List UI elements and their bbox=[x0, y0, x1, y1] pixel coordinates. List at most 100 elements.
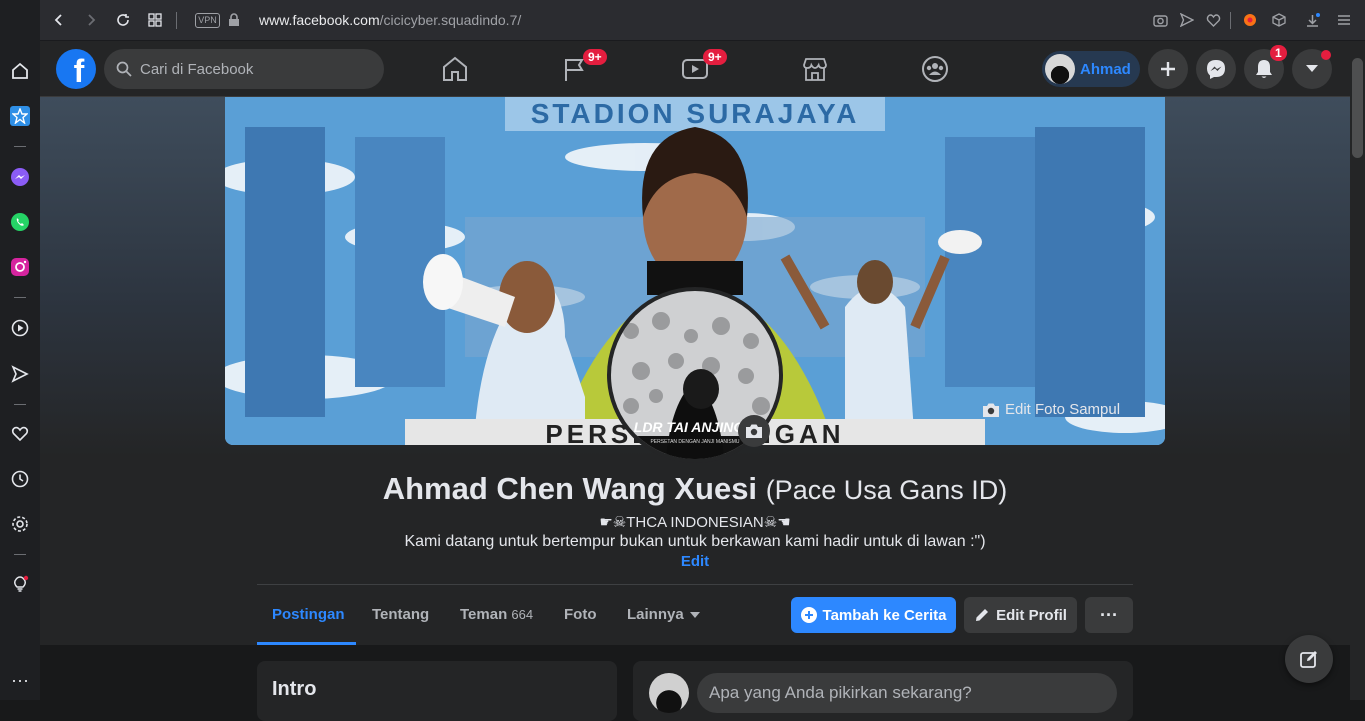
download-icon[interactable] bbox=[1304, 12, 1320, 28]
url-path: /cicicyber.squadindo.7/ bbox=[379, 12, 522, 28]
cube-icon[interactable] bbox=[1271, 12, 1287, 28]
caret-down-icon bbox=[689, 611, 700, 618]
active-tab-indicator bbox=[257, 642, 356, 645]
profile-alt-name: (Pace Usa Gans ID) bbox=[765, 475, 1008, 505]
messenger-icon bbox=[1207, 60, 1225, 79]
plus-icon bbox=[1161, 62, 1175, 76]
url-host: www.facebook.com bbox=[259, 12, 380, 28]
create-button[interactable] bbox=[1148, 49, 1188, 89]
profile-chip-name: Ahmad bbox=[1080, 60, 1131, 78]
sidebar-divider bbox=[14, 146, 26, 147]
profile-bio: Kami datang untuk bertempur bukan untuk … bbox=[404, 533, 986, 550]
toolbar-divider bbox=[176, 12, 177, 29]
lock-icon bbox=[226, 12, 242, 28]
easy-setup-icon[interactable] bbox=[1336, 12, 1352, 28]
tab-pages[interactable]: 9+ bbox=[520, 41, 630, 97]
extension-icon[interactable] bbox=[1242, 12, 1258, 28]
messenger-icon[interactable] bbox=[10, 167, 30, 187]
tab-about[interactable]: Tentang bbox=[372, 606, 429, 623]
camera-icon bbox=[983, 403, 999, 417]
reload-icon[interactable] bbox=[115, 12, 131, 28]
bookmark-heart-icon[interactable] bbox=[1205, 12, 1221, 28]
url-field[interactable]: www.facebook.com/cicicyber.squadindo.7/ bbox=[259, 12, 521, 28]
avatar bbox=[1045, 54, 1075, 84]
new-message-button[interactable] bbox=[1285, 635, 1333, 683]
whatsapp-icon[interactable] bbox=[10, 212, 30, 232]
back-icon[interactable] bbox=[51, 12, 67, 28]
speed-dial-icon[interactable] bbox=[10, 106, 30, 126]
account-menu-button[interactable] bbox=[1292, 49, 1332, 89]
forward-icon[interactable] bbox=[83, 12, 99, 28]
sidebar-divider bbox=[14, 404, 26, 405]
edit-profile-button[interactable]: Edit Profil bbox=[964, 597, 1077, 633]
avatar-overlay-subtitle: PERSETAN DENGAN JANJI MANISMU bbox=[650, 439, 739, 445]
search-icon bbox=[116, 61, 132, 77]
tab-more[interactable]: Lainnya bbox=[627, 606, 700, 623]
watch-badge: 9+ bbox=[703, 49, 727, 65]
profile-subtitle: ☛☠THCA INDONESIAN☠☚ bbox=[599, 514, 791, 531]
more-icon[interactable]: ··· bbox=[10, 670, 30, 690]
notifications-button[interactable]: 1 bbox=[1244, 45, 1287, 89]
intro-card: Intro bbox=[257, 661, 617, 721]
composer-input[interactable]: Apa yang Anda pikirkan sekarang? bbox=[697, 673, 1117, 713]
sidebar-divider bbox=[14, 297, 26, 298]
home-icon[interactable] bbox=[10, 61, 30, 81]
notifications-badge: 1 bbox=[1270, 45, 1287, 61]
intro-title: Intro bbox=[272, 678, 317, 700]
messenger-button[interactable] bbox=[1196, 49, 1236, 89]
edit-cover-label: Edit Foto Sampul bbox=[1005, 401, 1121, 418]
friends-count: 664 bbox=[511, 607, 534, 622]
avatar[interactable] bbox=[649, 673, 689, 713]
lightbulb-icon[interactable] bbox=[10, 574, 30, 594]
caret-down-icon bbox=[1306, 65, 1318, 72]
facebook-logo[interactable]: f bbox=[56, 49, 96, 89]
tab-more-label: Lainnya bbox=[627, 606, 684, 623]
tab-photos[interactable]: Foto bbox=[564, 606, 596, 623]
browser-sidebar: ··· bbox=[0, 0, 40, 700]
heart-icon[interactable] bbox=[10, 424, 30, 444]
account-dot bbox=[1321, 50, 1331, 60]
profile-chip[interactable]: Ahmad bbox=[1042, 51, 1140, 87]
scrollbar-thumb[interactable] bbox=[1352, 58, 1363, 158]
bell-icon bbox=[1256, 60, 1272, 78]
facebook-navbar: f 9+ 9+ Ahmad 1 bbox=[40, 41, 1350, 97]
snapshot-icon[interactable] bbox=[1152, 12, 1168, 28]
tab-marketplace[interactable] bbox=[760, 41, 870, 97]
toolbar-divider bbox=[1230, 12, 1231, 29]
instagram-icon[interactable] bbox=[10, 257, 30, 277]
add-story-label: Tambah ke Cerita bbox=[822, 606, 947, 624]
pages-badge: 9+ bbox=[583, 49, 607, 65]
search-input[interactable] bbox=[140, 60, 360, 78]
vpn-badge[interactable]: VPN bbox=[195, 13, 220, 28]
edit-cover-button[interactable]: Edit Foto Sampul bbox=[982, 401, 1120, 418]
update-picture-button[interactable] bbox=[738, 415, 770, 447]
camera-icon bbox=[746, 424, 762, 438]
tab-watch[interactable]: 9+ bbox=[640, 41, 750, 97]
home-icon bbox=[443, 56, 467, 81]
send-icon[interactable] bbox=[10, 364, 30, 384]
player-icon[interactable] bbox=[10, 318, 30, 338]
browser-toolbar: VPN www.facebook.com/cicicyber.squadindo… bbox=[40, 0, 1365, 41]
header-divider bbox=[257, 584, 1133, 585]
tab-groups[interactable] bbox=[880, 41, 990, 97]
tab-friends[interactable]: Teman 664 bbox=[460, 606, 533, 623]
add-story-button[interactable]: Tambah ke Cerita bbox=[791, 597, 956, 633]
more-options-button[interactable]: ··· bbox=[1085, 597, 1133, 633]
tab-home[interactable] bbox=[400, 41, 510, 97]
pencil-icon bbox=[976, 609, 989, 621]
edit-bio-link[interactable]: Edit bbox=[0, 553, 1365, 570]
groups-icon bbox=[922, 56, 948, 82]
tab-posts[interactable]: Postingan bbox=[272, 606, 345, 623]
marketplace-icon bbox=[803, 58, 827, 81]
tab-friends-label: Teman bbox=[460, 606, 508, 623]
edit-profile-label: Edit Profil bbox=[996, 606, 1067, 624]
compose-icon bbox=[1300, 651, 1317, 668]
cover-banner-text: STADION SURAJAYA bbox=[531, 98, 860, 129]
profile-name: Ahmad Chen Wang Xuesi (Pace Usa Gans ID) bbox=[0, 471, 1365, 507]
plus-circle-icon bbox=[800, 607, 817, 623]
tabs-grid-icon[interactable] bbox=[147, 12, 163, 28]
avatar-overlay-title: LDR TAI ANJING bbox=[634, 419, 745, 435]
composer-card: Apa yang Anda pikirkan sekarang? bbox=[633, 661, 1133, 721]
send-to-icon[interactable] bbox=[1179, 12, 1195, 28]
search-box[interactable] bbox=[104, 49, 384, 89]
